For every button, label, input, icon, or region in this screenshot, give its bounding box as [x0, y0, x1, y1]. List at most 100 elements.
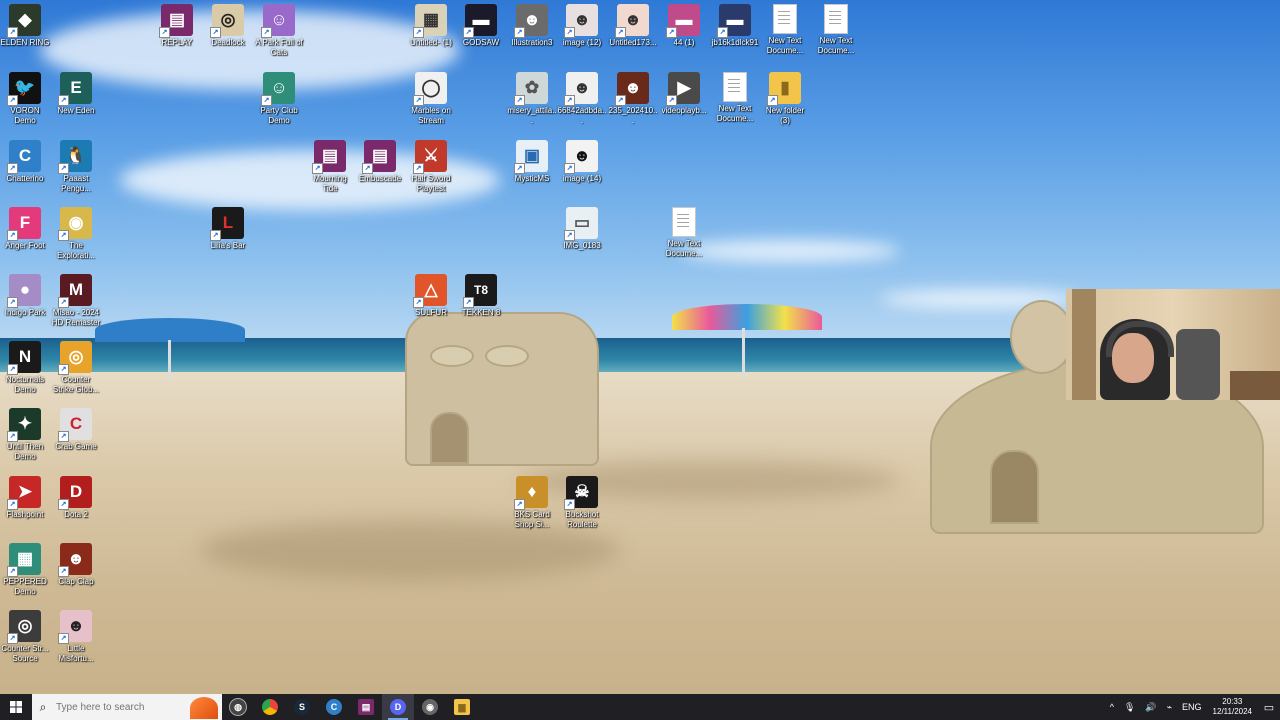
- desktop-icon-a-park-full-of-cats[interactable]: ☺ ↗ A Park Full of Cats: [254, 4, 304, 58]
- dota-2-icon: D ↗: [58, 476, 92, 510]
- desktop-icon-half-sword-playtest[interactable]: ⚔ ↗ Half Sword Playtest: [406, 140, 456, 194]
- desktop-icon-chatterino[interactable]: C ↗ Chatterino: [0, 140, 50, 184]
- taskbar-app-discord[interactable]: D: [382, 694, 414, 720]
- desktop-icon-jb16k1dlck91[interactable]: ▬ ↗ jb16k1dlck91: [710, 4, 760, 48]
- taskbar-app-chatterino[interactable]: C: [318, 694, 350, 720]
- marbles-on-stream-icon: ◯ ↗: [413, 72, 447, 106]
- desktop-icon-misao[interactable]: M ↗ Misao - 2024 HD Remaster: [51, 274, 101, 328]
- icon-label: TEKKEN 8: [461, 308, 501, 317]
- desktop-icon-dota-2[interactable]: D ↗ Dota 2: [51, 476, 101, 520]
- peppered-demo-icon: ▦ ↗: [7, 543, 41, 577]
- taskbar-app-file-explorer[interactable]: ▆: [446, 694, 478, 720]
- obs-icon: ◉: [422, 699, 438, 715]
- desktop-icon-mourning-tide[interactable]: ▤ ↗ Mourning Tide: [305, 140, 355, 194]
- desktop-icon-little-misfortune[interactable]: ☻ ↗ Little Misfortu...: [51, 610, 101, 664]
- desktop-icon-66842adbda[interactable]: ☻ ↗ 66842adbda...: [557, 72, 607, 126]
- shortcut-arrow-icon: ↗: [7, 95, 18, 106]
- network-icon[interactable]: ⌁: [1162, 702, 1177, 713]
- desktop-icon-crab-game[interactable]: C ↗ Crab Game: [51, 408, 101, 452]
- shortcut-arrow-icon: ↗: [413, 163, 424, 174]
- taskbar-app-task-view[interactable]: ◍: [222, 694, 254, 720]
- desktop-icon-counter-strike-source[interactable]: ◎ ↗ Counter Str... Source: [0, 610, 50, 664]
- desktop-icon-image-12[interactable]: ☻ ↗ image (12): [557, 4, 607, 48]
- taskbar-app-archive[interactable]: ▤: [350, 694, 382, 720]
- desktop-icon-misery-attila[interactable]: ✿ ↗ misery_attila...: [507, 72, 557, 126]
- webcam-overlay: [1066, 289, 1280, 400]
- notification-icon[interactable]: ▭: [1258, 701, 1280, 714]
- taskbar-app-steam[interactable]: S: [286, 694, 318, 720]
- desktop-icon-counter-strike-global[interactable]: ◎ ↗ Counter Strike Glob...: [51, 341, 101, 395]
- icon-label: jb16k1dlck91: [711, 38, 759, 47]
- shortcut-arrow-icon: ↗: [261, 95, 272, 106]
- chatterino-icon: C: [326, 699, 342, 715]
- desktop-icon-paaast-pengu[interactable]: 🐧 ↗ Paaast Pengu...: [51, 140, 101, 194]
- desktop-icon-235-202410[interactable]: ☻ ↗ 235_202410...: [608, 72, 658, 126]
- taskbar-app-chrome[interactable]: [254, 694, 286, 720]
- icon-label: image (12): [562, 38, 602, 47]
- desktop-icon-tekken-8[interactable]: T8 ↗ TEKKEN 8: [456, 274, 506, 318]
- desktop-icon-buckshot-roulette[interactable]: ☠ ↗ Buckshot Roulette: [557, 476, 607, 530]
- desktop-icon-elden-ring[interactable]: ◆ ↗ ELDEN RING: [0, 4, 50, 48]
- shortcut-arrow-icon: ↗: [210, 230, 221, 241]
- folder-icon: ▮ ↗: [767, 72, 801, 106]
- image-file-icon: ☻ ↗: [564, 140, 598, 174]
- desktop-icon-voron-demo[interactable]: 🐦 ↗ VORON Demo: [0, 72, 50, 126]
- desktop-icon-image-14[interactable]: ☻ ↗ image (14): [557, 140, 607, 184]
- indigo-park-icon: ● ↗: [7, 274, 41, 308]
- desktop-icon-videoplayback[interactable]: ▶ ↗ videoplayb...: [659, 72, 709, 116]
- text-document-icon: [824, 4, 848, 34]
- desktop-icon-new-eden[interactable]: E ↗ New Eden: [51, 72, 101, 116]
- clock[interactable]: 20:33 12/11/2024: [1207, 697, 1258, 717]
- icon-label: Embuscade: [358, 174, 402, 183]
- desktop-icon-img-0183[interactable]: ▭ ↗ IMG_0183: [557, 207, 607, 251]
- desktop-icon-deadlock[interactable]: ◎ ↗ Deadlock: [203, 4, 253, 48]
- shortcut-arrow-icon: ↗: [514, 499, 525, 510]
- desktop-icon-the-exploration[interactable]: ◉ ↗ The Explorati...: [51, 207, 101, 261]
- search-highlight-icon: [190, 697, 218, 719]
- desktop-icon-indigo-park[interactable]: ● ↗ Indigo Park: [0, 274, 50, 318]
- desktop-icon-nocturnals-demo[interactable]: N ↗ Nocturnals Demo: [0, 341, 50, 395]
- desktop-icon-anger-foot[interactable]: F ↗ Anger Foot: [0, 207, 50, 251]
- desktop-icon-new-text-document[interactable]: New Text Docume...: [710, 72, 760, 124]
- sulfur-icon: △ ↗: [413, 274, 447, 308]
- crab-game-icon: C ↗: [58, 408, 92, 442]
- desktop-icon-untitled-1[interactable]: ▦ ↗ Untitled- (1): [406, 4, 456, 48]
- shortcut-arrow-icon: ↗: [666, 27, 677, 38]
- desktop-icon-bks-card-shop[interactable]: ♦ ↗ BKS Card Shop Si...: [507, 476, 557, 530]
- desktop-icon-mysticms[interactable]: ▣ ↗ MysticMS: [507, 140, 557, 184]
- desktop-icon-party-club-demo[interactable]: ☺ ↗ Party Club Demo: [254, 72, 304, 126]
- desktop-icon-untitled173[interactable]: ☻ ↗ Untitled173...: [608, 4, 658, 48]
- chevron-up-icon[interactable]: ^: [1105, 702, 1119, 712]
- desktop-icon-lilias-bar[interactable]: L ↗ Lilia's Bar: [203, 207, 253, 251]
- desktop-icon-illustration3[interactable]: ☻ ↗ Illustration3: [507, 4, 557, 48]
- desktop-icon-marbles-on-stream[interactable]: ◯ ↗ Marbles on Stream: [406, 72, 456, 126]
- shortcut-arrow-icon: ↗: [413, 95, 424, 106]
- volume-icon[interactable]: 🔊: [1140, 702, 1161, 713]
- lilias-bar-icon: L ↗: [210, 207, 244, 241]
- desktop-icon-godsaw[interactable]: ▬ ↗ GODSAW: [456, 4, 506, 48]
- shortcut-arrow-icon: ↗: [514, 27, 525, 38]
- desktop-icon-embuscade[interactable]: ▤ ↗ Embuscade: [355, 140, 405, 184]
- icon-label: Untitled- (1): [410, 38, 452, 47]
- desktop-icon-replay[interactable]: ▤ ↗ REPLAY: [152, 4, 202, 48]
- desktop-icon-flashpoint[interactable]: ➤ ↗ Flashpoint: [0, 476, 50, 520]
- desktop-icon-new-text-document[interactable]: New Text Docume...: [760, 4, 810, 56]
- desktop-icon-new-text-document[interactable]: New Text Docume...: [659, 207, 709, 259]
- shortcut-arrow-icon: ↗: [413, 297, 424, 308]
- language-indicator[interactable]: ENG: [1177, 702, 1207, 712]
- desktop-icon-peppered-demo[interactable]: ▦ ↗ PEPPERED Demo: [0, 543, 50, 597]
- webcam-door: [1072, 289, 1096, 400]
- desktop-icon-sulfur[interactable]: △ ↗ SULFUR: [406, 274, 456, 318]
- desktop-icon-new-text-document[interactable]: New Text Docume...: [811, 4, 861, 56]
- microphone-icon[interactable]: 🎙: [1119, 702, 1140, 713]
- desktop-icon-clap-clap[interactable]: ☻ ↗ Clap Clap: [51, 543, 101, 587]
- desktop-icon-until-then-demo[interactable]: ✦ ↗ Until Then Demo: [0, 408, 50, 462]
- desktop-icon-44-1[interactable]: ▬ ↗ 44 (1): [659, 4, 709, 48]
- taskbar-search-box[interactable]: ⌕: [32, 694, 222, 720]
- taskbar-app-obs[interactable]: ◉: [414, 694, 446, 720]
- desktop-icon-new-folder-3[interactable]: ▮ ↗ New folder (3): [760, 72, 810, 126]
- folder-icon: ▆: [454, 699, 470, 715]
- start-button[interactable]: [0, 694, 32, 720]
- archive-icon: ▤: [358, 699, 374, 715]
- clap-clap-icon: ☻ ↗: [58, 543, 92, 577]
